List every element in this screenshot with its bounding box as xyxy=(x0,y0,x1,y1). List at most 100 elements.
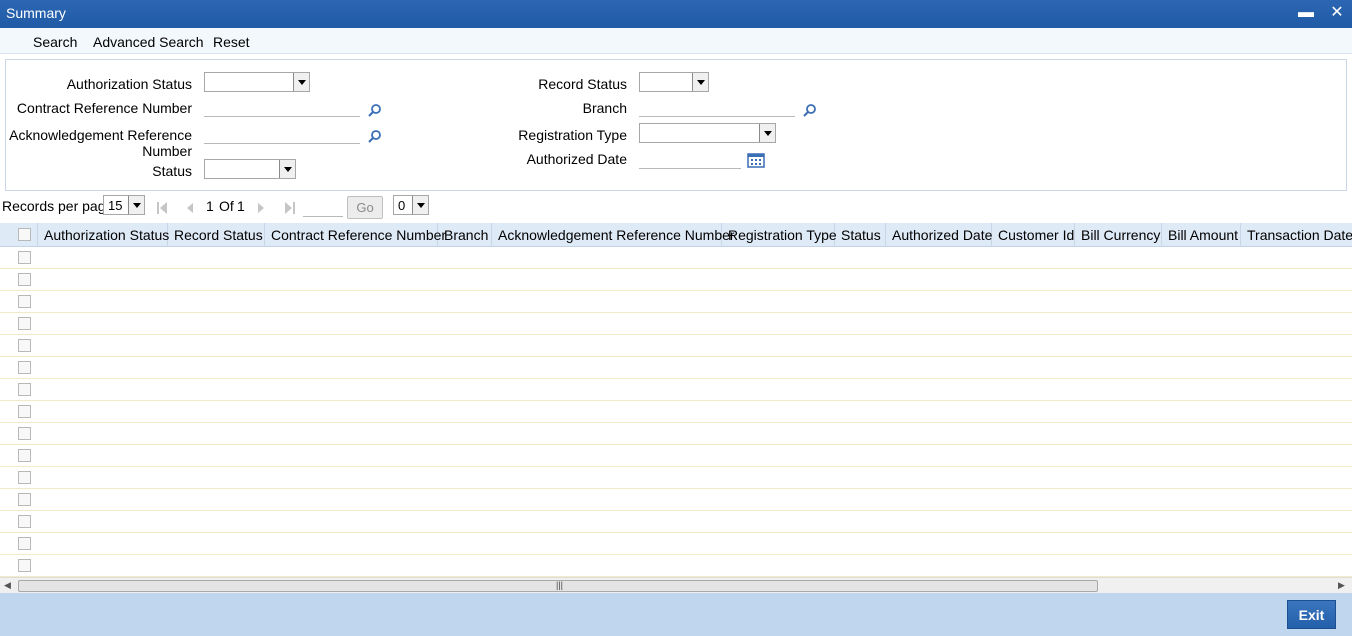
last-page-icon[interactable] xyxy=(285,202,295,214)
table-row[interactable] xyxy=(0,489,1352,511)
authorized-date-input[interactable] xyxy=(639,149,741,169)
grip-icon: ||| xyxy=(556,580,564,590)
total-pages: 1 xyxy=(237,198,245,214)
table-row[interactable] xyxy=(0,247,1352,269)
column-header[interactable]: Authorization Status xyxy=(38,223,169,247)
authorized-date-label: Authorized Date xyxy=(526,151,627,167)
table-row[interactable] xyxy=(0,357,1352,379)
authorization-status-select[interactable] xyxy=(204,72,310,92)
row-checkbox[interactable] xyxy=(18,405,31,418)
search-icon[interactable] xyxy=(368,129,382,143)
row-checkbox[interactable] xyxy=(18,559,31,572)
minimize-icon[interactable]: ▬ xyxy=(1296,3,1316,23)
acknowledgement-reference-number-input[interactable] xyxy=(204,124,360,144)
row-checkbox[interactable] xyxy=(18,251,31,264)
column-header[interactable]: Status xyxy=(835,223,886,247)
calendar-icon[interactable] xyxy=(747,152,765,168)
branch-label: Branch xyxy=(582,100,627,116)
column-header[interactable]: Bill Amount xyxy=(1162,223,1241,247)
exit-button[interactable]: Exit xyxy=(1287,600,1336,629)
row-checkbox[interactable] xyxy=(18,471,31,484)
grid-header: Authorization Status Record Status Contr… xyxy=(0,223,1352,247)
contract-reference-number-label: Contract Reference Number xyxy=(16,100,192,116)
scroll-left-icon[interactable]: ◀ xyxy=(4,580,11,591)
chevron-down-icon xyxy=(412,196,428,214)
column-header[interactable]: Registration Type xyxy=(722,223,837,247)
row-checkbox[interactable] xyxy=(18,339,31,352)
select-all-cell xyxy=(0,223,38,247)
chevron-down-icon xyxy=(293,73,309,91)
row-checkbox[interactable] xyxy=(18,295,31,308)
close-icon[interactable]: ✕ xyxy=(1327,3,1347,23)
search-button[interactable]: Search xyxy=(33,34,77,50)
search-icon[interactable] xyxy=(803,103,817,117)
column-header[interactable]: Acknowledgement Reference Number xyxy=(492,223,735,247)
next-page-icon[interactable] xyxy=(256,202,266,214)
table-row[interactable] xyxy=(0,555,1352,577)
chevron-down-icon xyxy=(279,160,295,178)
registration-type-label: Registration Type xyxy=(518,127,627,143)
column-header[interactable]: Record Status xyxy=(168,223,265,247)
acknowledgement-reference-number-label: Acknowledgement Reference xyxy=(9,127,192,143)
column-header[interactable]: Branch xyxy=(438,223,492,247)
table-row[interactable] xyxy=(0,423,1352,445)
records-per-page-label: Records per page xyxy=(2,198,114,214)
row-checkbox[interactable] xyxy=(18,427,31,440)
contract-reference-number-input[interactable] xyxy=(204,97,360,117)
registration-type-select[interactable] xyxy=(639,123,776,143)
row-checkbox[interactable] xyxy=(18,273,31,286)
row-checkbox[interactable] xyxy=(18,361,31,374)
chevron-down-icon xyxy=(128,196,144,214)
search-icon[interactable] xyxy=(368,103,382,117)
pagination-bar: Records per page 15 1 Of 1 Go 0 xyxy=(0,193,1352,221)
column-header[interactable]: Authorized Date xyxy=(886,223,992,247)
table-row[interactable] xyxy=(0,313,1352,335)
table-row[interactable] xyxy=(0,511,1352,533)
search-panel: Authorization Status Contract Reference … xyxy=(5,59,1347,191)
first-page-icon[interactable] xyxy=(157,202,167,214)
chevron-down-icon xyxy=(692,73,708,91)
row-checkbox[interactable] xyxy=(18,493,31,506)
page-number-input[interactable] xyxy=(303,197,343,217)
table-row[interactable] xyxy=(0,379,1352,401)
column-header[interactable]: Transaction Date xyxy=(1241,223,1352,247)
chevron-down-icon xyxy=(759,124,775,142)
go-button[interactable]: Go xyxy=(347,196,383,219)
title-bar: Summary ▬ ✕ xyxy=(0,0,1352,28)
table-row[interactable] xyxy=(0,445,1352,467)
select-all-checkbox[interactable] xyxy=(18,228,31,241)
of-label: Of xyxy=(219,198,234,214)
column-header[interactable]: Contract Reference Number xyxy=(265,223,446,247)
window-title: Summary xyxy=(6,5,66,21)
advanced-search-button[interactable]: Advanced Search xyxy=(93,34,204,50)
row-checkbox[interactable] xyxy=(18,317,31,330)
acknowledgement-reference-number-label-line2: Number xyxy=(142,143,192,159)
page-jump-select[interactable]: 0 xyxy=(393,195,429,215)
results-grid: Authorization Status Record Status Contr… xyxy=(0,223,1352,577)
horizontal-scrollbar[interactable]: ◀ ||| ▶ xyxy=(0,577,1352,593)
reset-button[interactable]: Reset xyxy=(213,34,250,50)
row-checkbox[interactable] xyxy=(18,449,31,462)
current-page: 1 xyxy=(206,198,214,214)
row-checkbox[interactable] xyxy=(18,515,31,528)
table-row[interactable] xyxy=(0,533,1352,555)
table-row[interactable] xyxy=(0,467,1352,489)
table-row[interactable] xyxy=(0,335,1352,357)
record-status-label: Record Status xyxy=(538,76,627,92)
footer-bar: Exit xyxy=(0,593,1352,636)
branch-input[interactable] xyxy=(639,97,795,117)
column-header[interactable]: Bill Currency xyxy=(1075,223,1162,247)
records-per-page-select[interactable]: 15 xyxy=(103,195,145,215)
table-row[interactable] xyxy=(0,269,1352,291)
table-row[interactable] xyxy=(0,401,1352,423)
status-select[interactable] xyxy=(204,159,296,179)
previous-page-icon[interactable] xyxy=(185,202,195,214)
table-row[interactable] xyxy=(0,291,1352,313)
row-checkbox[interactable] xyxy=(18,537,31,550)
scroll-right-icon[interactable]: ▶ xyxy=(1338,580,1345,591)
column-header[interactable]: Customer Id xyxy=(992,223,1075,247)
scrollbar-thumb[interactable]: ||| xyxy=(18,580,1098,592)
record-status-select[interactable] xyxy=(639,72,709,92)
authorization-status-label: Authorization Status xyxy=(66,76,192,92)
row-checkbox[interactable] xyxy=(18,383,31,396)
